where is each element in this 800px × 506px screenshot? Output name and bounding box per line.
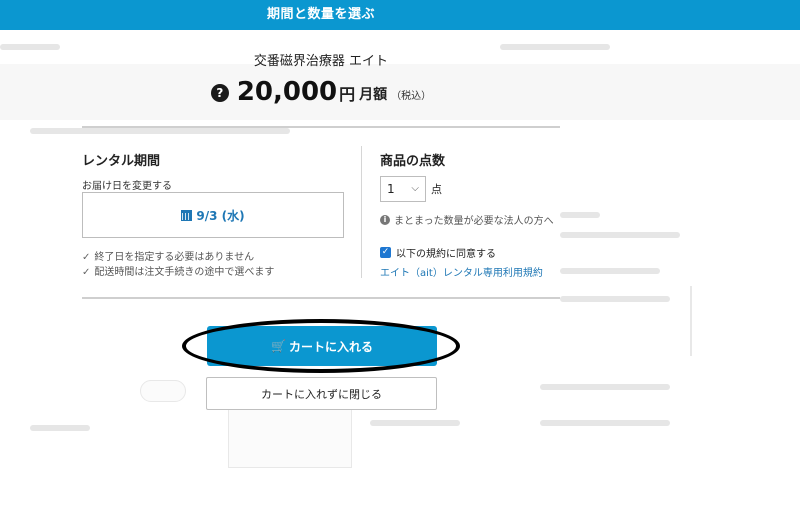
top-divider	[82, 126, 560, 128]
price-row: ? 20,000 円 月額 （税込）	[0, 72, 642, 108]
quantity-unit: 点	[431, 183, 442, 196]
modal-header: 期間と数量を選ぶ	[0, 0, 800, 30]
delivery-date-value: 9/3 (水)	[196, 208, 245, 223]
background-line	[540, 384, 670, 390]
background-line	[560, 212, 600, 218]
terms-agree-row[interactable]: ✓ 以下の規約に同意する	[380, 245, 496, 260]
add-to-cart-label: カートに入れる	[288, 339, 373, 354]
terms-link[interactable]: エイト（ait）レンタル専用利用規約	[380, 264, 543, 279]
background-line	[370, 420, 460, 426]
bulk-order-info-text: まとまった数量が必要な法人の方へ	[394, 216, 554, 227]
add-to-cart-button[interactable]: 🛒 カートに入れる	[207, 326, 437, 366]
background-line	[560, 296, 670, 302]
bottom-divider	[82, 297, 560, 299]
quantity-title: 商品の点数	[380, 154, 446, 169]
background-line	[560, 268, 660, 274]
delivery-date-button[interactable]: 9/3 (水)	[82, 192, 344, 238]
background-line	[30, 425, 90, 431]
quantity-value: 1	[387, 182, 395, 196]
info-icon: i	[380, 214, 390, 225]
price-period: 月額	[359, 87, 388, 103]
close-without-adding-button[interactable]: カートに入れずに閉じる	[206, 377, 437, 410]
bulk-order-info[interactable]: i まとまった数量が必要な法人の方へ	[380, 212, 554, 227]
chevron-down-icon: ⌵	[411, 183, 419, 194]
rental-period-title: レンタル期間	[82, 154, 161, 169]
rental-note: ✓ 配送時間は注文手続きの途中で選べます	[82, 263, 274, 278]
calendar-icon	[181, 209, 193, 221]
terms-agree-label: 以下の規約に同意する	[396, 249, 496, 260]
price-value: 20,000	[236, 77, 338, 107]
price-tax-note: （税込）	[391, 91, 432, 102]
quantity-select[interactable]: 1 ⌵	[380, 176, 426, 202]
help-icon[interactable]: ?	[210, 84, 229, 102]
check-icon: ✓	[82, 252, 91, 263]
change-delivery-date-label: お届け日を変更する	[82, 181, 172, 192]
background-box	[140, 380, 186, 402]
background-line	[540, 420, 670, 426]
price-unit: 円	[339, 85, 356, 104]
rental-note-text: 配送時間は注文手続きの途中で選べます	[94, 267, 275, 278]
product-name: 交番磁界治療器 エイト	[253, 54, 389, 69]
column-divider	[361, 146, 362, 278]
background-box	[228, 408, 352, 468]
background-line	[30, 128, 290, 134]
check-icon: ✓	[82, 267, 91, 278]
background-box	[690, 286, 692, 356]
cart-icon: 🛒	[271, 339, 286, 353]
background-line	[560, 232, 680, 238]
terms-checkbox[interactable]: ✓	[380, 247, 391, 258]
rental-note: ✓ 終了日を指定する必要はありません	[82, 248, 254, 263]
modal-title: 期間と数量を選ぶ	[266, 7, 375, 22]
rental-note-text: 終了日を指定する必要はありません	[94, 252, 255, 263]
